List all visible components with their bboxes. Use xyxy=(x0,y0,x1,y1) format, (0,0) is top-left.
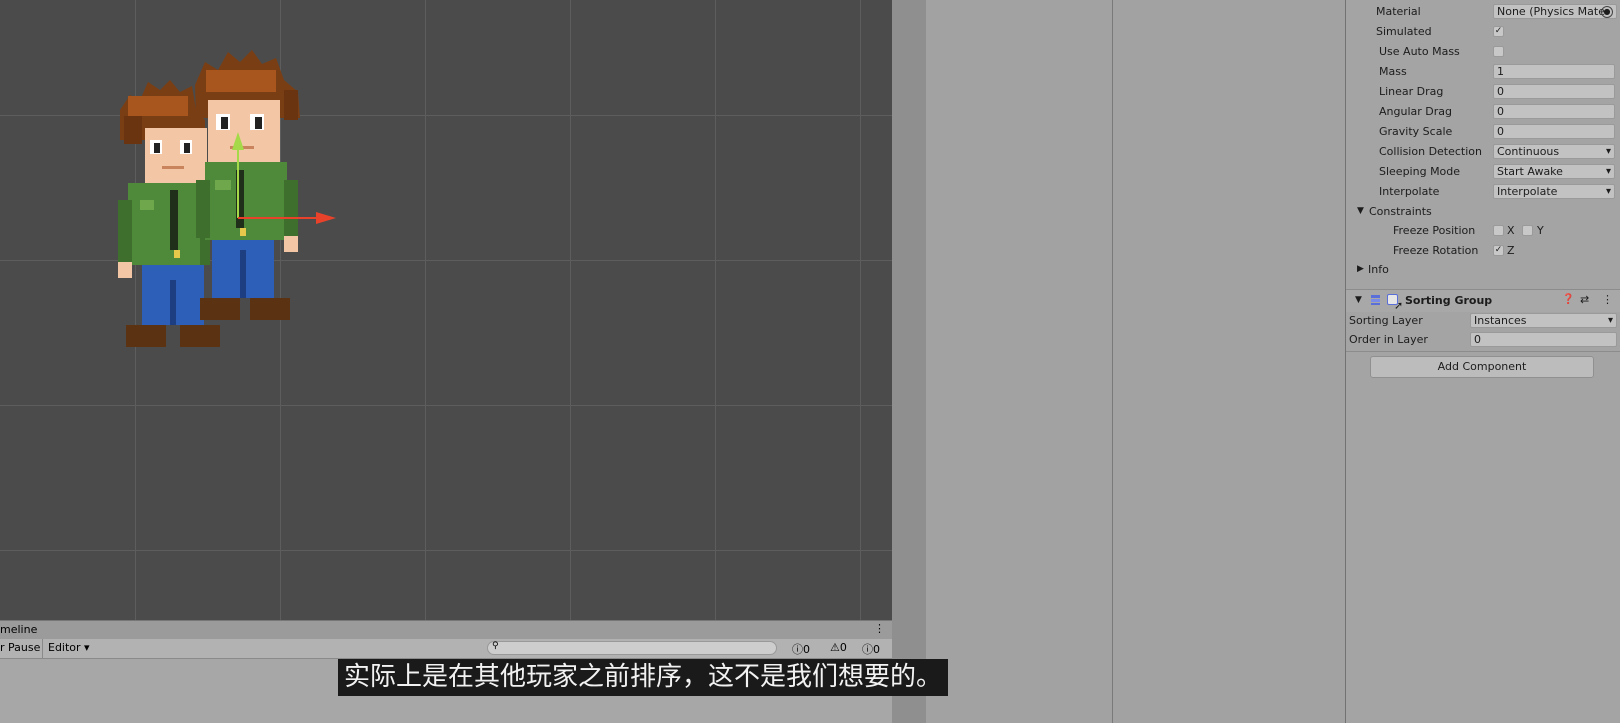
constraints-foldout[interactable]: ▼ Constraints xyxy=(1346,202,1620,222)
interpolate-dropdown[interactable]: Interpolate xyxy=(1493,184,1615,199)
player-sprite-front[interactable] xyxy=(195,50,300,320)
freeze-position-y-checkbox[interactable] xyxy=(1522,225,1533,236)
angular-drag-row: Angular Drag 0 xyxy=(1346,102,1620,122)
freeze-rotation-row: Freeze Rotation ✓ Z xyxy=(1346,241,1620,261)
angular-drag-field[interactable]: 0 xyxy=(1493,104,1615,119)
sorting-layer-dropdown[interactable]: Instances xyxy=(1470,313,1617,328)
use-auto-mass-row: Use Auto Mass xyxy=(1346,42,1620,62)
sorting-group-icon xyxy=(1370,294,1381,306)
search-icon: ⚲ xyxy=(492,641,499,651)
constraints-label: Constraints xyxy=(1369,205,1432,218)
error-counter[interactable]: ⓘ0 xyxy=(862,641,880,657)
freeze-rotation-z-checkbox[interactable]: ✓ xyxy=(1493,245,1504,256)
object-picker-icon[interactable]: ● xyxy=(1601,6,1613,18)
simulated-checkbox[interactable]: ✓ xyxy=(1493,26,1504,37)
linear-drag-row: Linear Drag 0 xyxy=(1346,82,1620,102)
angular-drag-label: Angular Drag xyxy=(1379,105,1452,118)
sorting-layer-row: Sorting Layer Instances xyxy=(1346,311,1620,331)
kebab-menu-icon[interactable]: ⋮ xyxy=(1602,293,1613,306)
collision-detection-row: Collision Detection Continuous xyxy=(1346,142,1620,162)
freeze-position-x-label: X xyxy=(1507,224,1515,237)
freeze-rotation-z-label: Z xyxy=(1507,244,1515,257)
toolbar-divider xyxy=(42,639,43,658)
order-in-layer-field[interactable]: 0 xyxy=(1470,332,1617,347)
use-auto-mass-checkbox[interactable] xyxy=(1493,46,1504,57)
panel-divider[interactable] xyxy=(1112,0,1113,723)
gravity-scale-label: Gravity Scale xyxy=(1379,125,1453,138)
freeze-position-label: Freeze Position xyxy=(1393,224,1476,237)
add-component-button[interactable]: Add Component xyxy=(1370,356,1594,378)
sleeping-mode-row: Sleeping Mode Start Awake xyxy=(1346,162,1620,182)
error-count: 0 xyxy=(873,643,880,656)
video-subtitle: 实际上是在其他玩家之前排序，这不是我们想要的。 xyxy=(338,659,949,696)
sleeping-mode-dropdown[interactable]: Start Awake xyxy=(1493,164,1615,179)
gravity-scale-row: Gravity Scale 0 xyxy=(1346,122,1620,142)
use-auto-mass-label: Use Auto Mass xyxy=(1379,45,1460,58)
interpolate-label: Interpolate xyxy=(1379,185,1440,198)
sorting-group-header[interactable]: ▼ ➚ Sorting Group ❓ ⇄ ⋮ xyxy=(1346,289,1620,312)
editor-dropdown-label: Editor xyxy=(48,641,81,654)
freeze-rotation-label: Freeze Rotation xyxy=(1393,244,1479,257)
order-in-layer-label: Order in Layer xyxy=(1349,333,1428,346)
freeze-position-row: Freeze Position X Y xyxy=(1346,221,1620,241)
panel-gutter xyxy=(892,0,926,723)
linear-drag-label: Linear Drag xyxy=(1379,85,1444,98)
mass-field[interactable]: 1 xyxy=(1493,64,1615,79)
material-field[interactable]: None (Physics Mate ● xyxy=(1493,4,1617,19)
info-foldout[interactable]: ▶ Info xyxy=(1346,260,1620,280)
scene-view[interactable] xyxy=(0,0,892,620)
sorting-group-title: Sorting Group xyxy=(1405,294,1493,307)
foldout-collapsed-icon: ▶ xyxy=(1357,264,1364,274)
log-count: 0 xyxy=(803,643,810,656)
material-row: Material None (Physics Mate ● xyxy=(1346,2,1620,22)
console-toolbar: r Pause Editor ▾ ⚲ ⓘ0 ⚠0 ⓘ0 xyxy=(0,639,892,659)
mass-label: Mass xyxy=(1379,65,1407,78)
scene-characters xyxy=(118,50,336,347)
freeze-position-x-checkbox[interactable] xyxy=(1493,225,1504,236)
freeze-position-y-label: Y xyxy=(1537,224,1544,237)
material-value: None (Physics Mate xyxy=(1497,5,1605,18)
panel-tab-bar: meline ⋮ xyxy=(0,620,892,640)
x-axis-arrow-icon xyxy=(316,212,336,224)
component-foldout-icon[interactable]: ▼ xyxy=(1355,295,1362,305)
collision-detection-label: Collision Detection xyxy=(1379,145,1483,158)
hierarchy-panel[interactable] xyxy=(926,0,1346,723)
order-in-layer-row: Order in Layer 0 xyxy=(1346,330,1620,350)
mass-row: Mass 1 xyxy=(1346,62,1620,82)
error-pause-button[interactable]: r Pause xyxy=(0,641,40,654)
inspector-panel: Material None (Physics Mate ● Simulated … xyxy=(1346,0,1620,723)
foldout-expanded-icon: ▼ xyxy=(1357,206,1364,216)
preset-icon[interactable]: ⇄ xyxy=(1580,293,1589,306)
editor-dropdown[interactable]: Editor ▾ xyxy=(48,641,90,654)
timeline-tab[interactable]: meline xyxy=(0,623,37,636)
material-label: Material xyxy=(1376,5,1421,18)
sleeping-mode-label: Sleeping Mode xyxy=(1379,165,1461,178)
collision-detection-dropdown[interactable]: Continuous xyxy=(1493,144,1615,159)
sorting-layer-label: Sorting Layer xyxy=(1349,314,1423,327)
interpolate-row: Interpolate Interpolate xyxy=(1346,182,1620,202)
log-counter[interactable]: ⓘ0 xyxy=(792,641,810,657)
warning-counter[interactable]: ⚠0 xyxy=(830,641,847,654)
help-icon[interactable]: ❓ xyxy=(1562,294,1574,305)
panel-menu-icon[interactable]: ⋮ xyxy=(874,622,885,635)
warning-count: 0 xyxy=(839,641,847,654)
simulated-row: Simulated ✓ xyxy=(1346,22,1620,42)
linear-drag-field[interactable]: 0 xyxy=(1493,84,1615,99)
gravity-scale-field[interactable]: 0 xyxy=(1493,124,1615,139)
simulated-label: Simulated xyxy=(1376,25,1432,38)
component-separator xyxy=(1346,351,1620,352)
info-label: Info xyxy=(1368,263,1389,276)
console-search-input[interactable]: ⚲ xyxy=(487,641,777,655)
